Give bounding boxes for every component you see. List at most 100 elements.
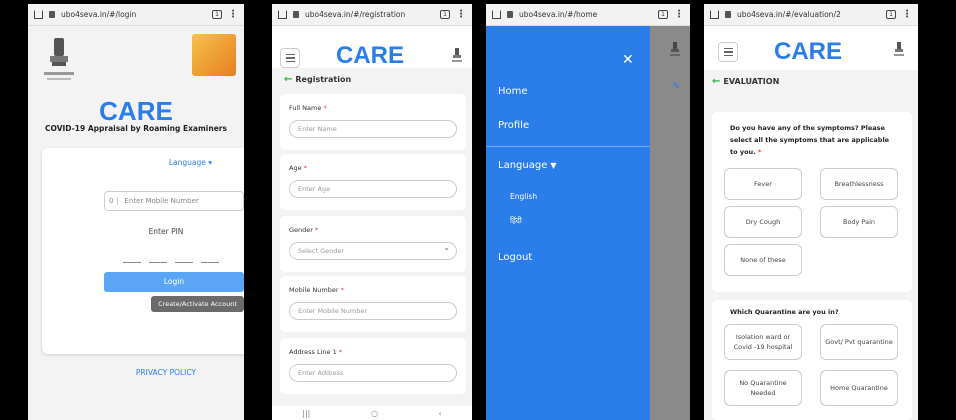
browser-bar: ubo4seva.in/#/registration 1 ⋮ xyxy=(272,4,472,26)
lock-icon xyxy=(725,11,731,18)
close-icon[interactable]: ✕ xyxy=(622,52,634,68)
back-label: EVALUATION xyxy=(723,77,780,86)
language-dropdown[interactable]: Language ▾ xyxy=(169,158,212,167)
option-body-pain[interactable]: Body Pain xyxy=(820,206,898,238)
overflow-menu-icon[interactable]: ⋮ xyxy=(456,9,466,20)
menu-item-home[interactable]: Home xyxy=(498,86,528,97)
menu-screen: ubo4seva.in/#/home 1 ⋮ ✎ ✕ Home Profile … xyxy=(486,4,690,420)
form-field-mobile: Mobile Number * Enter Mobile Number xyxy=(280,276,466,332)
option-none[interactable]: None of these xyxy=(724,244,802,276)
back-arrow-icon: ← xyxy=(712,76,721,87)
country-prefix: 0 xyxy=(109,197,119,205)
home-icon[interactable] xyxy=(710,10,719,19)
url-text[interactable]: ubo4seva.in/#/login xyxy=(61,10,206,19)
registration-screen: ubo4seva.in/#/registration 1 ⋮ CARE ← Reg… xyxy=(272,4,472,420)
mobile-input[interactable]: Enter Mobile Number xyxy=(289,302,457,320)
gender-select[interactable]: Select Gender xyxy=(289,240,457,260)
caret-down-icon: ▼ xyxy=(550,161,557,170)
address-input[interactable]: Enter Address xyxy=(289,364,457,382)
back-arrow-icon: ← xyxy=(284,74,293,85)
lock-icon xyxy=(507,11,513,18)
menu-item-language[interactable]: Language ▼ xyxy=(498,160,557,171)
app-subtitle: COVID-19 Appraisal by Roaming Examiners xyxy=(45,124,227,133)
back-link[interactable]: ← EVALUATION xyxy=(712,76,779,87)
side-drawer: ✕ Home Profile Language ▼ English हिंदी L… xyxy=(486,26,650,420)
back-label: Registration xyxy=(295,75,352,84)
form-field-full-name: Full Name * Enter Name xyxy=(280,94,466,150)
app-title: CARE xyxy=(99,96,173,126)
app-title: CARE xyxy=(336,42,405,69)
symptoms-card: Do you have any of the symptoms? Please … xyxy=(712,112,912,292)
browser-bar: ubo4seva.in/#/login 1 ⋮ xyxy=(28,4,244,26)
back-button-icon[interactable]: ‹ xyxy=(438,409,441,418)
tabs-icon[interactable]: 1 xyxy=(658,10,668,19)
quarantine-card: Which Quarantine are you in? Isolation w… xyxy=(712,300,912,420)
pin-label: Enter PIN xyxy=(148,227,184,236)
tabs-icon[interactable]: 1 xyxy=(212,10,222,19)
field-label: Full Name * xyxy=(289,104,327,112)
form-field-address: Address Line 1 * Enter Address xyxy=(280,338,466,394)
symptoms-question: Do you have any of the symptoms? Please … xyxy=(730,124,890,156)
home-icon[interactable] xyxy=(34,10,43,19)
browser-bar: ubo4seva.in/#/evaluation/2 1 ⋮ xyxy=(704,4,918,26)
option-breathlessness[interactable]: Breathlessness xyxy=(820,168,898,200)
age-input[interactable]: Enter Age xyxy=(289,180,457,198)
system-nav-bar: ||| ○ ‹ xyxy=(272,406,472,420)
divider xyxy=(486,146,650,147)
recent-apps-icon[interactable]: ||| xyxy=(302,409,310,418)
lock-icon xyxy=(49,11,55,18)
form-field-gender: Gender * Select Gender xyxy=(280,216,466,272)
browser-bar: ubo4seva.in/#/home 1 ⋮ xyxy=(486,4,690,26)
edit-icon: ✎ xyxy=(672,82,680,92)
mobile-input[interactable]: 0 Enter Mobile Number xyxy=(104,191,244,211)
language-option-hindi[interactable]: हिंदी xyxy=(510,216,522,226)
url-text[interactable]: ubo4seva.in/#/evaluation/2 xyxy=(737,10,880,19)
emblem-icon xyxy=(670,42,680,56)
app-title: CARE xyxy=(774,38,843,65)
campaign-logo xyxy=(192,34,236,76)
lock-icon xyxy=(293,11,299,18)
home-icon[interactable] xyxy=(278,10,287,19)
url-text[interactable]: ubo4seva.in/#/home xyxy=(519,10,652,19)
create-account-button[interactable]: Create/Activate Account xyxy=(151,296,244,312)
field-label: Mobile Number * xyxy=(289,286,344,294)
option-govt-quarantine[interactable]: Govt/ Pvt quarantine xyxy=(820,324,898,360)
field-label: Address Line 1 * xyxy=(289,348,343,356)
language-label: Language xyxy=(498,160,548,171)
option-fever[interactable]: Fever xyxy=(724,168,802,200)
hamburger-menu-icon[interactable] xyxy=(718,42,738,62)
option-home-quarantine[interactable]: Home Quarantine xyxy=(820,370,898,406)
language-option-english[interactable]: English xyxy=(510,192,537,201)
hamburger-menu-icon[interactable] xyxy=(280,48,300,68)
tabs-icon[interactable]: 1 xyxy=(440,10,450,19)
pin-input[interactable] xyxy=(123,262,219,263)
privacy-policy-link[interactable]: PRIVACY POLICY xyxy=(28,368,244,377)
url-text[interactable]: ubo4seva.in/#/registration xyxy=(305,10,434,19)
login-screen: ubo4seva.in/#/login 1 ⋮ CARE COVID-19 Ap… xyxy=(28,4,244,420)
menu-item-logout[interactable]: Logout xyxy=(498,252,532,263)
login-card xyxy=(42,148,244,354)
login-button[interactable]: Login xyxy=(104,272,244,292)
evaluation-screen: ubo4seva.in/#/evaluation/2 1 ⋮ CARE ← EVA… xyxy=(704,4,918,420)
tabs-icon[interactable]: 1 xyxy=(886,10,896,19)
emblem-logo xyxy=(44,38,74,80)
full-name-input[interactable]: Enter Name xyxy=(289,120,457,138)
field-label: Gender * xyxy=(289,226,319,234)
language-label: Language xyxy=(168,158,206,167)
option-no-quarantine[interactable]: No Quarantine Needed xyxy=(724,370,802,406)
home-button-icon[interactable]: ○ xyxy=(371,409,378,418)
menu-item-profile[interactable]: Profile xyxy=(498,120,529,131)
mobile-placeholder: Enter Mobile Number xyxy=(124,197,199,205)
overflow-menu-icon[interactable]: ⋮ xyxy=(228,9,238,20)
overflow-menu-icon[interactable]: ⋮ xyxy=(674,9,684,20)
back-link[interactable]: ← Registration xyxy=(284,74,351,85)
overflow-menu-icon[interactable]: ⋮ xyxy=(902,9,912,20)
option-isolation-ward[interactable]: Isolation ward or Covid -19 hospital xyxy=(724,324,802,360)
caret-down-icon: ▾ xyxy=(208,158,212,167)
form-field-age: Age * Enter Age xyxy=(280,154,466,210)
option-dry-cough[interactable]: Dry Cough xyxy=(724,206,802,238)
app-screens: ubo4seva.in/#/login 1 ⋮ CARE COVID-19 Ap… xyxy=(0,0,956,420)
home-icon[interactable] xyxy=(492,10,501,19)
quarantine-question: Which Quarantine are you in? xyxy=(730,308,839,316)
emblem-icon xyxy=(894,42,904,56)
